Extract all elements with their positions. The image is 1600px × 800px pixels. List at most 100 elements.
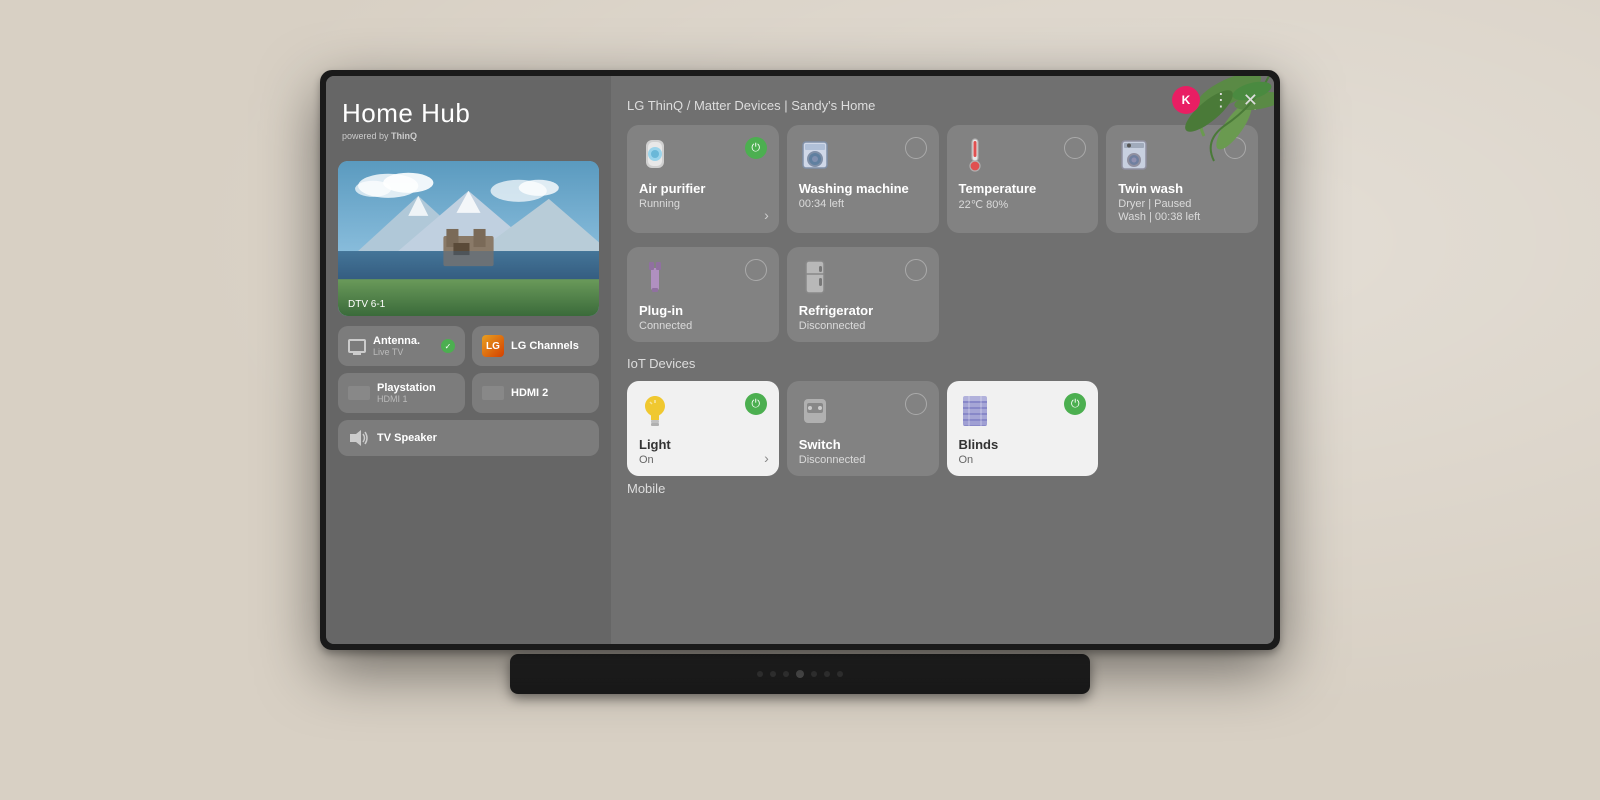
air-purifier-icon	[639, 137, 671, 173]
washer-power-btn[interactable]	[905, 137, 927, 159]
top-bar: K ⋮ ✕	[1172, 86, 1258, 114]
iot-section: IoT Devices	[627, 356, 1258, 476]
playstation-label: Playstation	[377, 382, 436, 394]
washer-name: Washing machine	[799, 181, 927, 196]
thinq-section-title: LG ThinQ / Matter Devices | Sandy's Home	[627, 98, 875, 113]
device-card-washing-machine[interactable]: Washing machine 00:34 left	[787, 125, 939, 233]
soundbar-dot	[783, 671, 789, 677]
bulb-icon	[639, 393, 671, 429]
fridge-icon	[799, 259, 831, 295]
air-purifier-arrow-icon: ›	[764, 207, 769, 223]
twin-wash-icon	[1118, 137, 1150, 173]
app-subtitle: powered by ThinQ	[342, 131, 599, 141]
hdmi2-icon	[482, 386, 504, 400]
power-on-icon: ⏻	[751, 142, 760, 155]
channel-label: DTV 6-1	[348, 299, 385, 310]
tv-screen: Home Hub powered by ThinQ	[326, 76, 1274, 644]
device-card-twin-wash[interactable]: Twin wash Dryer | Paused Wash | 00:38 le…	[1106, 125, 1258, 233]
lg-channels-label: LG Channels	[511, 340, 579, 352]
soundbar-wrapper	[510, 654, 1090, 694]
washer-icon	[799, 137, 831, 173]
switch-power-btn[interactable]	[905, 393, 927, 415]
fridge-power-btn[interactable]	[905, 259, 927, 281]
blinds-power-icon: ⏻	[1071, 398, 1080, 411]
soundbar-dot	[770, 671, 776, 677]
device-card-blinds[interactable]: ⏻ Blinds On	[947, 381, 1099, 476]
temp-power-btn[interactable]	[1064, 137, 1086, 159]
tv-wrapper: Home Hub powered by ThinQ	[310, 70, 1290, 730]
twin-wash-status2: Wash | 00:38 left	[1118, 211, 1246, 223]
air-purifier-name: Air purifier	[639, 181, 767, 196]
device-card-plugin[interactable]: Plug-in Connected	[627, 247, 779, 342]
switch-status: Disconnected	[799, 454, 927, 466]
twin-wash-power-btn[interactable]	[1224, 137, 1246, 159]
device-card-refrigerator[interactable]: Refrigerator Disconnected	[787, 247, 939, 342]
soundbar-dot	[757, 671, 763, 677]
close-button[interactable]: ✕	[1243, 90, 1258, 111]
thermometer-icon	[959, 137, 991, 173]
source-btn-lg-channels[interactable]: LG LG Channels	[472, 326, 599, 366]
mobile-section-title: Mobile	[627, 481, 1258, 496]
left-panel: Home Hub powered by ThinQ	[326, 76, 611, 644]
soundbar-dot	[837, 671, 843, 677]
device-card-switch[interactable]: Switch Disconnected	[787, 381, 939, 476]
plugin-status: Connected	[639, 320, 767, 332]
right-panel: K ⋮ ✕ LG ThinQ / Matter Devices | Sandy'…	[611, 76, 1274, 644]
light-arrow-icon: ›	[764, 450, 769, 466]
iot-devices-grid: ⏻ Light On ›	[627, 381, 1258, 476]
thinq-devices-row1: ⏻ Air purifier Running ›	[627, 125, 1258, 233]
iot-section-title: IoT Devices	[627, 356, 695, 371]
soundbar-center-dot	[796, 670, 804, 678]
iot-section-header: IoT Devices	[627, 356, 1258, 371]
temp-status: 22℃ 80%	[959, 198, 1087, 211]
source-btn-playstation[interactable]: Playstation HDMI 1	[338, 373, 465, 413]
source-btn-hdmi2[interactable]: HDMI 2	[472, 373, 599, 413]
thinq-section: LG ThinQ / Matter Devices | Sandy's Home…	[627, 95, 1258, 342]
tv-speaker-label: TV Speaker	[377, 432, 437, 444]
device-card-air-purifier[interactable]: ⏻ Air purifier Running ›	[627, 125, 779, 233]
tv-thumbnail[interactable]: DTV 6-1	[338, 161, 599, 316]
air-purifier-power-btn[interactable]: ⏻	[745, 137, 767, 159]
switch-name: Switch	[799, 437, 927, 452]
twin-wash-status1: Dryer | Paused	[1118, 198, 1246, 210]
avatar-button[interactable]: K	[1172, 86, 1200, 114]
twin-wash-name: Twin wash	[1118, 181, 1246, 196]
blinds-icon	[959, 393, 991, 429]
device-card-temperature[interactable]: Temperature 22℃ 80%	[947, 125, 1099, 233]
light-status: On	[639, 454, 767, 466]
light-power-icon: ⏻	[751, 398, 760, 411]
lg-icon: LG	[482, 335, 504, 357]
speaker-icon	[348, 429, 370, 447]
menu-button[interactable]: ⋮	[1212, 90, 1231, 111]
blinds-power-btn[interactable]: ⏻	[1064, 393, 1086, 415]
antenna-label: Antenna.	[373, 335, 420, 347]
device-card-light[interactable]: ⏻ Light On ›	[627, 381, 779, 476]
antenna-check-icon: ✓	[441, 339, 455, 353]
temp-name: Temperature	[959, 181, 1087, 196]
app-header: Home Hub powered by ThinQ	[338, 92, 599, 151]
tv-frame: Home Hub powered by ThinQ	[320, 70, 1280, 650]
soundbar-dot	[824, 671, 830, 677]
soundbar	[510, 654, 1090, 694]
plugin-name: Plug-in	[639, 303, 767, 318]
plugin-power-btn[interactable]	[745, 259, 767, 281]
antenna-sub: Live TV	[373, 347, 420, 357]
app-title: Home Hub	[342, 98, 599, 129]
light-power-btn[interactable]: ⏻	[745, 393, 767, 415]
tv-icon	[348, 339, 366, 353]
hdmi2-label: HDMI 2	[511, 387, 548, 399]
playstation-sub: HDMI 1	[377, 394, 436, 404]
blinds-name: Blinds	[959, 437, 1087, 452]
playstation-icon	[348, 386, 370, 400]
soundbar-dot	[811, 671, 817, 677]
blinds-status: On	[959, 454, 1087, 466]
fridge-name: Refrigerator	[799, 303, 927, 318]
source-btn-antenna[interactable]: Antenna. Live TV ✓	[338, 326, 465, 366]
source-grid: Antenna. Live TV ✓ LG LG Channels	[338, 326, 599, 456]
thinq-devices-row2: Plug-in Connected	[627, 247, 1258, 342]
washer-status: 00:34 left	[799, 198, 927, 210]
switch-icon	[799, 393, 831, 429]
light-name: Light	[639, 437, 767, 452]
air-purifier-status: Running	[639, 198, 767, 210]
source-btn-tv-speaker[interactable]: TV Speaker	[338, 420, 599, 456]
